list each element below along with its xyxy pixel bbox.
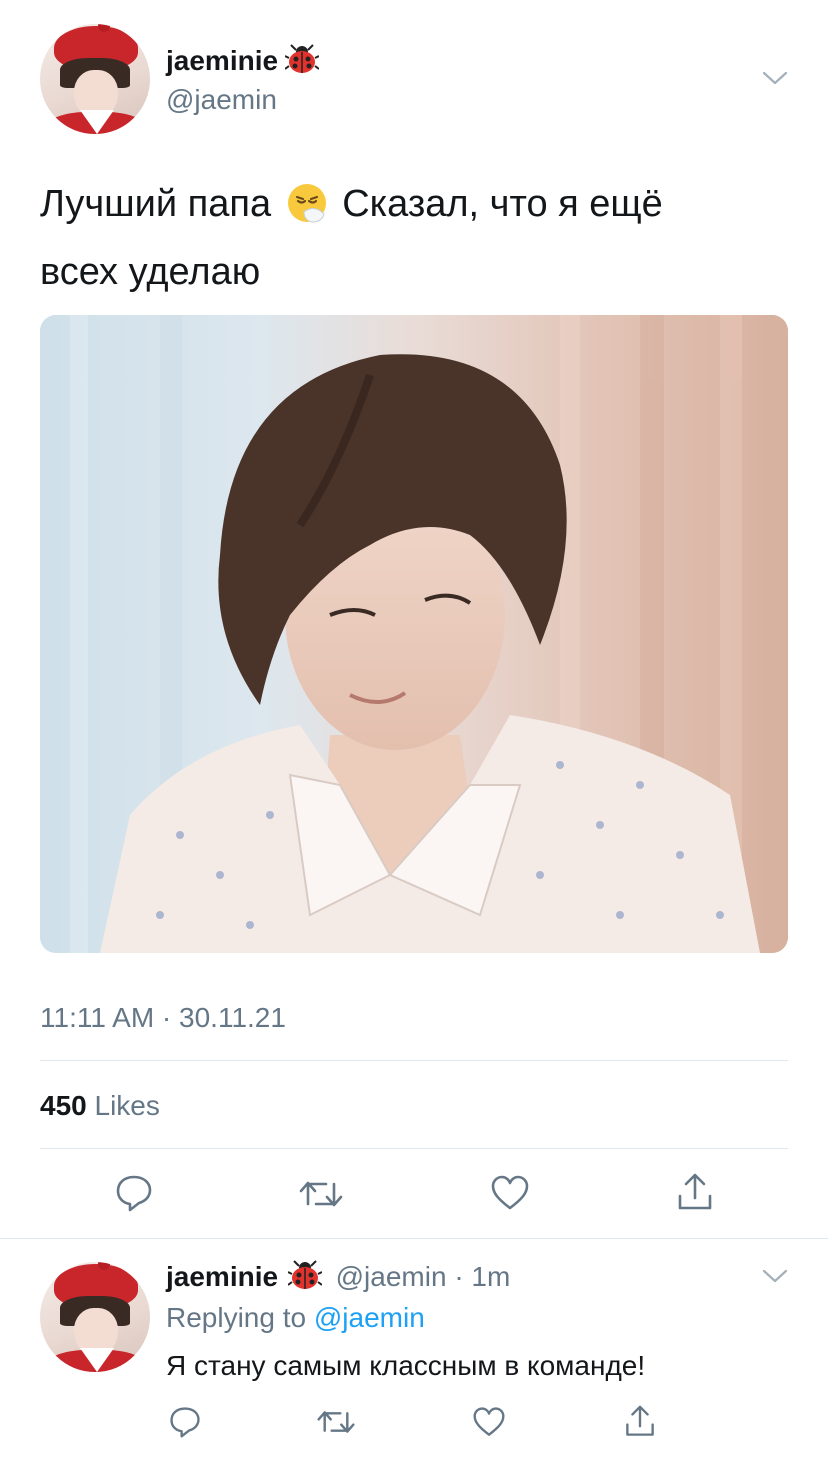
share-icon[interactable] [624, 1404, 656, 1440]
divider [40, 1060, 788, 1061]
tweet-timestamp[interactable]: 11:11 AM · 30.11.21 [40, 1002, 286, 1034]
replying-label: Replying to [166, 1302, 307, 1333]
tweet-text-line-1: Лучший папа Сказал, что я ещё [40, 174, 800, 242]
replying-to: Replying to @jaemin [166, 1302, 425, 1334]
tweet-text: Лучший папа Сказал, что я ещё всех удела… [40, 174, 800, 302]
ladybug-icon [283, 44, 320, 79]
divider [40, 1148, 788, 1149]
author-avatar[interactable] [40, 24, 150, 134]
tweet-text-part-a: Лучший папа [40, 183, 272, 225]
like-icon[interactable] [490, 1174, 530, 1212]
reply-display-name[interactable]: jaeminie [166, 1261, 278, 1292]
reply-chevron-down-icon[interactable] [762, 1268, 788, 1284]
ladybug-icon [287, 1260, 323, 1297]
reply-author-avatar[interactable] [40, 1262, 150, 1372]
face-with-tissue-icon [286, 182, 328, 242]
retweet-icon[interactable] [316, 1408, 356, 1436]
retweet-icon[interactable] [298, 1178, 344, 1210]
tweet-text-part-b: Сказал, что я ещё [342, 183, 663, 225]
author-display-name[interactable]: jaeminie [166, 44, 320, 79]
reply-icon[interactable] [114, 1174, 154, 1212]
reply-header: jaeminie @jaemin · 1m [166, 1260, 510, 1297]
reply-handle[interactable]: @jaemin [336, 1261, 447, 1292]
section-divider [0, 1238, 828, 1239]
like-icon[interactable] [472, 1406, 506, 1438]
chevron-down-icon[interactable] [762, 70, 788, 86]
tweet-photo[interactable] [40, 315, 788, 953]
reply-time: · 1m [454, 1261, 511, 1292]
likes-label: Likes [94, 1090, 160, 1121]
reply-icon[interactable] [168, 1406, 202, 1438]
likes-count: 450 [40, 1090, 87, 1121]
share-icon[interactable] [676, 1172, 714, 1214]
display-name-text: jaeminie [166, 45, 279, 76]
likes-row[interactable]: 450 Likes [40, 1090, 160, 1122]
reply-text: Я стану самым классным в команде! [166, 1350, 646, 1381]
author-handle[interactable]: @jaemin [166, 84, 277, 116]
replying-handle-link[interactable]: @jaemin [314, 1302, 425, 1333]
tweet-text-line-2: всех уделаю [40, 251, 261, 293]
